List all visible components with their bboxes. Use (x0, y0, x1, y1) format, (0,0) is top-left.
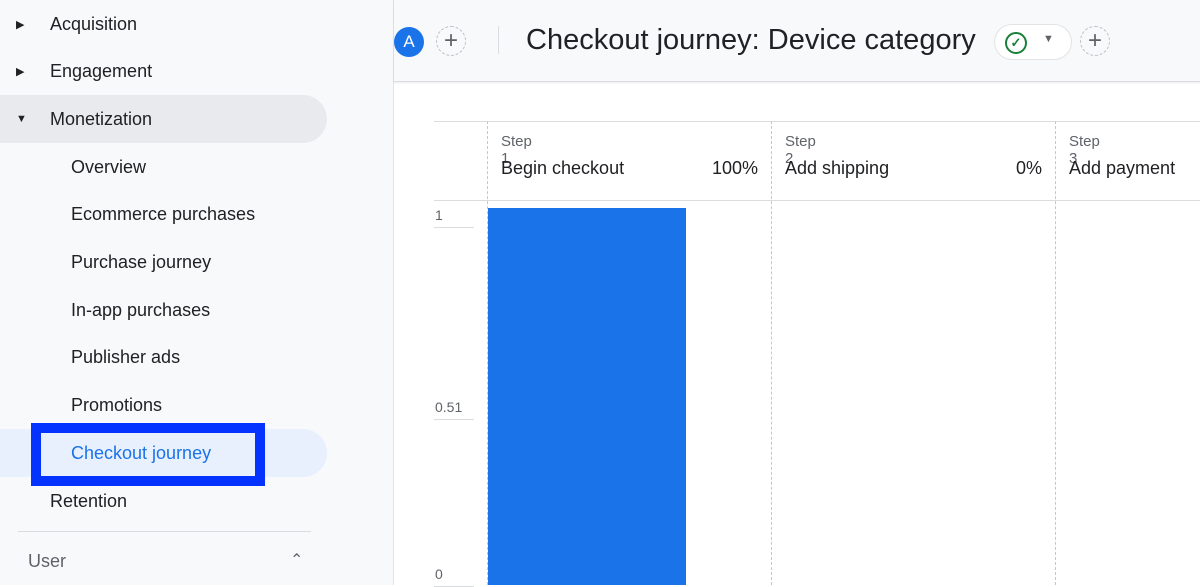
header: A + Checkout journey: Device category ✓ … (394, 0, 1200, 82)
sidebar-item-label: Ecommerce purchases (71, 204, 256, 225)
sidebar-section-user[interactable]: User (28, 551, 66, 572)
sidebar-item-label: Publisher ads (71, 347, 181, 368)
y-tick-line (434, 419, 474, 420)
step-percent: 0% (1015, 158, 1042, 178)
divider (498, 26, 499, 54)
sidebar-item-label: Promotions (71, 395, 163, 416)
sidebar-item-label: Purchase journey (71, 252, 212, 272)
check-circle-icon: ✓ (1005, 32, 1027, 54)
y-tick-label: 0.51 (435, 399, 463, 415)
step-percent: 100% (711, 158, 758, 178)
column-divider (771, 121, 772, 585)
add-comparison-button[interactable]: + (436, 26, 466, 56)
chart-top-border (434, 121, 1200, 122)
y-tick-line (434, 227, 474, 228)
y-tick-label: 0 (435, 566, 443, 582)
step-name: Add payment (1069, 158, 1176, 178)
caret-right-icon: ▶ (16, 66, 25, 79)
sidebar-item-label: Engagement (50, 61, 153, 82)
sidebar-item-label: In-app purchases (71, 299, 211, 320)
sidebar-item-label: Monetization (50, 108, 153, 129)
add-button[interactable]: + (1080, 26, 1110, 56)
status-dropdown[interactable]: ✓ ▼ (994, 24, 1072, 60)
bar-1 (488, 208, 686, 585)
sidebar-item-label: Retention (50, 490, 128, 511)
caret-right-icon: ▶ (16, 18, 25, 31)
caret-down-icon: ▼ (1043, 33, 1054, 45)
sidebar-item-label: Overview (71, 156, 147, 177)
page-title: Checkout journey: Device category (526, 24, 976, 56)
sidebar-divider (18, 531, 311, 532)
chart-header-border (434, 200, 1200, 201)
y-tick-label: 1 (435, 207, 443, 223)
caret-down-icon: ▼ (16, 113, 27, 126)
sidebar: ▶ Acquisition ▶ Engagement ▼ Monetization Over… (0, 0, 394, 585)
avatar[interactable]: A (394, 27, 424, 57)
column-divider (1055, 121, 1056, 585)
chevron-up-icon[interactable]: ⌃ (290, 550, 303, 570)
sidebar-item-checkout-journey[interactable]: Checkout journey (0, 429, 327, 478)
sidebar-item-monetization[interactable]: ▼ Monetization (0, 95, 327, 144)
sidebar-item-label: Checkout journey (71, 442, 212, 463)
sidebar-item-label: Acquisition (50, 13, 138, 34)
